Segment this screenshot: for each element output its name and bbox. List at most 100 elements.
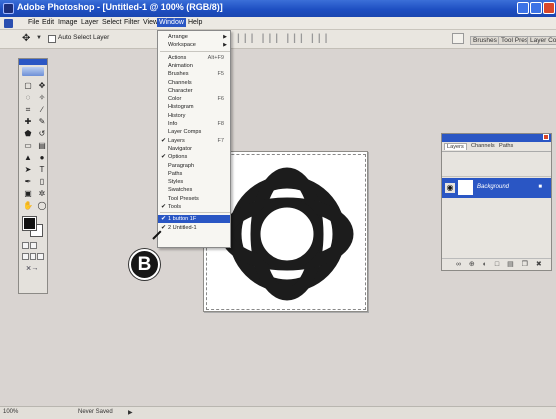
tab-brushes[interactable]: Brushes (470, 36, 500, 45)
eraser-tool-icon[interactable]: ▭ (22, 140, 34, 151)
move-tool-icon[interactable]: ✥ (22, 33, 30, 44)
window-menu-item[interactable]: History (158, 112, 230, 120)
window-menu-item-label: Animation (168, 62, 193, 69)
window-menu-item[interactable]: Tool Presets (158, 195, 230, 203)
palette-well-icon[interactable] (452, 33, 464, 44)
chevron-down-icon[interactable]: ▼ (36, 35, 42, 41)
tab-channels[interactable]: Channels (469, 143, 497, 149)
healing-brush-icon[interactable]: ✚ (22, 116, 34, 127)
eye-icon[interactable]: ◉ (445, 183, 455, 193)
blur-tool-icon[interactable]: ▲ (22, 152, 34, 163)
zoom-level[interactable]: 100% (3, 409, 18, 415)
screen-mode-full-menu-icon[interactable] (29, 253, 37, 260)
window-menu-item[interactable]: Workspace ▶ (158, 41, 230, 49)
window-menu-item[interactable]: Histogram (158, 103, 230, 111)
menu-layer[interactable]: Layer (79, 18, 101, 27)
hand-tool-icon[interactable]: ✋ (22, 200, 34, 211)
marquee-tool-icon[interactable]: ▢ (22, 80, 34, 91)
close-icon[interactable] (543, 134, 549, 140)
window-menu-item[interactable]: Channels (158, 79, 230, 87)
gradient-tool-icon[interactable]: ▤ (36, 140, 48, 151)
screen-mode-full-icon[interactable] (37, 253, 45, 260)
menu-window[interactable]: Window (157, 18, 186, 27)
tab-layer-comps[interactable]: Layer Comps (527, 36, 556, 45)
path-selection-icon[interactable]: ➤ (22, 164, 34, 175)
layers-palette-tabs: Layers Channels Paths (442, 142, 551, 152)
checkmark-icon: ✔ (161, 204, 167, 210)
color-swatches (22, 216, 44, 240)
window-menu-item-label: Options (168, 154, 188, 161)
window-menu-item-label: 1 button 1F (168, 216, 197, 223)
align-distribute-icons[interactable]: ┃┃┃ ┃┃┃ ┃┃┃ ┃┃┃ (236, 34, 330, 43)
window-menu-item[interactable]: Character (158, 87, 230, 95)
jump-to-imageready-icon[interactable]: ⨯→ (23, 264, 41, 273)
clone-stamp-icon[interactable]: ⬟ (22, 128, 34, 139)
menu-select[interactable]: Select (100, 18, 123, 27)
slice-tool-icon[interactable]: ∕ (36, 104, 48, 115)
close-button[interactable] (543, 2, 555, 14)
window-menu-item[interactable]: Info F8 (158, 120, 230, 128)
window-menu-item[interactable]: Animation (158, 62, 230, 70)
photoshop-app-icon (3, 3, 14, 14)
tab-layers[interactable]: Layers (444, 143, 467, 150)
notes-tool-icon[interactable]: ▣ (22, 188, 34, 199)
menu-image[interactable]: Image (56, 18, 79, 27)
window-menu-item[interactable]: ✔ 1 button 1F (158, 215, 230, 224)
layer-blend-controls[interactable] (442, 152, 551, 177)
window-menu-item-label: Navigator (168, 145, 192, 152)
menu-edit[interactable]: Edit (40, 18, 56, 27)
crop-tool-icon[interactable]: ⌗ (22, 104, 34, 115)
history-brush-icon[interactable]: ↺ (36, 128, 48, 139)
menu-filter[interactable]: Filter (122, 18, 142, 27)
quick-mask-icon[interactable] (30, 242, 37, 249)
auto-select-checkbox[interactable] (48, 35, 56, 43)
type-tool-icon[interactable]: T (36, 164, 48, 175)
foreground-color-swatch[interactable] (22, 216, 37, 231)
window-menu-item[interactable]: Swatches (158, 186, 230, 194)
layers-palette-title-bar[interactable] (442, 134, 551, 142)
window-menu-item[interactable]: Arrange ▶ (158, 33, 230, 41)
brush-tool-icon[interactable]: ✎ (36, 116, 48, 127)
lasso-tool-icon[interactable]: ◌ (22, 92, 34, 103)
window-menu-item[interactable]: Navigator (158, 145, 230, 153)
shape-tool-icon[interactable]: ▯ (36, 176, 48, 187)
magic-wand-icon[interactable]: ✧ (36, 92, 48, 103)
window-menu-item-label: Arrange (168, 34, 188, 40)
layers-palette-footer[interactable]: ∞ ⊕ ◐ □ ▤ ❐ ✖ (442, 258, 551, 270)
pen-tool-icon[interactable]: ✒ (22, 176, 34, 187)
menu-separator (160, 50, 230, 52)
photoshop-menu-icon[interactable] (4, 19, 13, 28)
window-menu-item[interactable]: ✔ 2 Untitled-1 (158, 224, 230, 232)
dodge-tool-icon[interactable]: ● (36, 152, 48, 163)
window-menu-item-label: Info (168, 121, 178, 127)
layer-row-background[interactable]: ◉ Background ■ (442, 178, 551, 198)
window-menu-item[interactable]: Layer Comps (158, 128, 230, 136)
minimize-button[interactable] (517, 2, 529, 14)
window-menu-item[interactable]: Paths (158, 170, 230, 178)
status-menu-arrow-icon[interactable]: ▶ (128, 409, 133, 416)
title-bar: Adobe Photoshop - [Untitled-1 @ 100% (RG… (0, 0, 556, 17)
window-menu-item[interactable]: Styles (158, 178, 230, 186)
window-menu-item[interactable]: Paragraph (158, 162, 230, 170)
window-menu-item[interactable]: Brushes F5 (158, 70, 230, 78)
window-menu-item[interactable]: ✔ Options (158, 153, 230, 161)
move-tool-icon[interactable]: ✥ (36, 80, 48, 91)
menu-file[interactable]: File (26, 18, 41, 27)
window-menu-item[interactable]: Actions Alt+F9 (158, 54, 230, 62)
menu-separator (160, 212, 230, 214)
status-bar: 100% Never Saved ▶ (0, 406, 556, 419)
zoom-tool-icon[interactable]: ◯ (36, 200, 48, 211)
maximize-button[interactable] (530, 2, 542, 14)
window-menu-item[interactable]: Color F6 (158, 95, 230, 103)
tab-paths[interactable]: Paths (497, 143, 515, 149)
checkmark-icon: ✔ (161, 216, 167, 223)
eyedropper-icon[interactable]: ✲ (36, 188, 48, 199)
toolbox-title-bar[interactable] (19, 59, 47, 65)
window-menu-item[interactable]: ✔ Layers F7 (158, 137, 230, 145)
menu-help[interactable]: Help (186, 18, 204, 27)
toolbox-logo[interactable] (22, 67, 44, 76)
callout-badge: B (129, 249, 160, 280)
screen-mode-standard-icon[interactable] (22, 253, 29, 260)
standard-mode-icon[interactable] (22, 242, 29, 249)
window-menu-item[interactable]: ✔ Tools (158, 203, 230, 211)
